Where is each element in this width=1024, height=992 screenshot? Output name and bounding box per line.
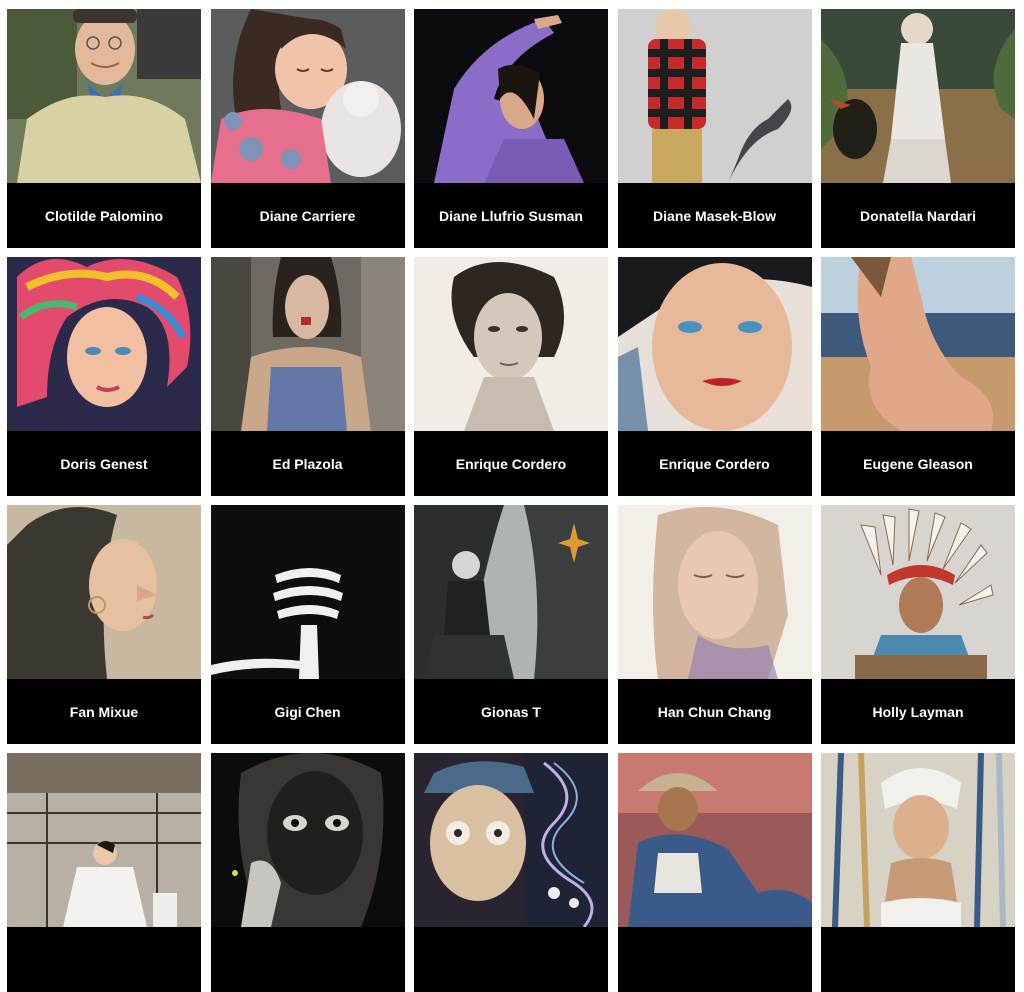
artwork-thumbnail-nude-beach[interactable] <box>821 257 1015 431</box>
artist-card[interactable] <box>617 753 812 992</box>
artist-name[interactable]: Gigi Chen <box>211 679 405 744</box>
artwork-thumbnail-striped-hand[interactable] <box>210 505 405 679</box>
artist-card[interactable]: Enrique Cordero <box>414 257 608 496</box>
artwork-thumbnail-dark-face[interactable] <box>210 753 405 927</box>
artist-name[interactable]: Diane Masek-Blow <box>618 183 812 248</box>
artist-name[interactable]: Fan Mixue <box>7 679 201 744</box>
artist-card[interactable]: Diane Carriere <box>210 9 405 248</box>
artist-card[interactable]: Gigi Chen <box>210 505 405 744</box>
artist-card[interactable]: Diane Masek-Blow <box>617 9 812 248</box>
artist-name[interactable]: Ed Plazola <box>211 431 405 496</box>
artist-card[interactable] <box>210 753 405 992</box>
artwork-thumbnail-woman-blue-eyes[interactable] <box>617 257 812 431</box>
artwork-thumbnail-woman-headwrap[interactable] <box>821 753 1015 927</box>
artist-card[interactable]: Fan Mixue <box>7 505 201 744</box>
artist-name[interactable] <box>414 927 608 992</box>
artist-name[interactable]: Doris Genest <box>7 431 201 496</box>
artwork-thumbnail-man-seated-forest[interactable] <box>414 505 608 679</box>
artist-card[interactable]: Han Chun Chang <box>617 505 812 744</box>
artist-name[interactable] <box>618 927 812 992</box>
artist-card[interactable]: Clotilde Palomino <box>7 9 201 248</box>
artist-name[interactable]: Diane Llufrio Susman <box>414 183 608 248</box>
artwork-thumbnail-old-man-swirls[interactable] <box>414 753 608 927</box>
artist-gallery-grid: Clotilde Palomino Diane Carriere Diane L… <box>7 9 1015 992</box>
artwork-thumbnail-woman-blue-lace[interactable] <box>210 257 405 431</box>
artist-name[interactable]: Donatella Nardari <box>821 183 1015 248</box>
artist-card[interactable]: Enrique Cordero <box>617 257 812 496</box>
artwork-thumbnail-native-headdress[interactable] <box>821 505 1015 679</box>
artwork-thumbnail-boy-plaid[interactable] <box>617 9 812 183</box>
artwork-thumbnail-elderly-man[interactable] <box>7 9 201 183</box>
artist-card[interactable] <box>821 753 1015 992</box>
artist-card[interactable]: Holly Layman <box>821 505 1015 744</box>
artist-name[interactable]: Clotilde Palomino <box>7 183 201 248</box>
artist-card[interactable] <box>414 753 608 992</box>
artist-card[interactable]: Eugene Gleason <box>821 257 1015 496</box>
artist-name[interactable] <box>7 927 201 992</box>
artist-card[interactable] <box>7 753 201 992</box>
artist-name[interactable]: Holly Layman <box>821 679 1015 744</box>
artwork-thumbnail-man-hat-denim[interactable] <box>617 753 812 927</box>
artwork-thumbnail-bride[interactable] <box>7 753 201 927</box>
artist-name[interactable] <box>821 927 1015 992</box>
artwork-thumbnail-man-purple-shirt[interactable] <box>414 9 608 183</box>
artwork-thumbnail-woman-profile[interactable] <box>7 505 201 679</box>
artist-card[interactable]: Diane Llufrio Susman <box>414 9 608 248</box>
artwork-thumbnail-girl-cat[interactable] <box>210 9 405 183</box>
artist-name[interactable]: Enrique Cordero <box>618 431 812 496</box>
artist-card[interactable]: Gionas T <box>414 505 608 744</box>
artist-name[interactable]: Gionas T <box>414 679 608 744</box>
artist-name[interactable]: Diane Carriere <box>211 183 405 248</box>
artist-card[interactable]: Donatella Nardari <box>821 9 1015 248</box>
artist-name[interactable] <box>211 927 405 992</box>
artist-card[interactable]: Ed Plazola <box>210 257 405 496</box>
artist-name[interactable]: Han Chun Chang <box>618 679 812 744</box>
artwork-thumbnail-charcoal-woman[interactable] <box>414 257 608 431</box>
artwork-thumbnail-woman-white-dress[interactable] <box>821 9 1015 183</box>
artist-card[interactable]: Doris Genest <box>7 257 201 496</box>
artist-name[interactable]: Enrique Cordero <box>414 431 608 496</box>
artwork-thumbnail-woman-rainbow-curls[interactable] <box>7 257 201 431</box>
artist-name[interactable]: Eugene Gleason <box>821 431 1015 496</box>
artwork-thumbnail-watercolor-woman[interactable] <box>617 505 812 679</box>
